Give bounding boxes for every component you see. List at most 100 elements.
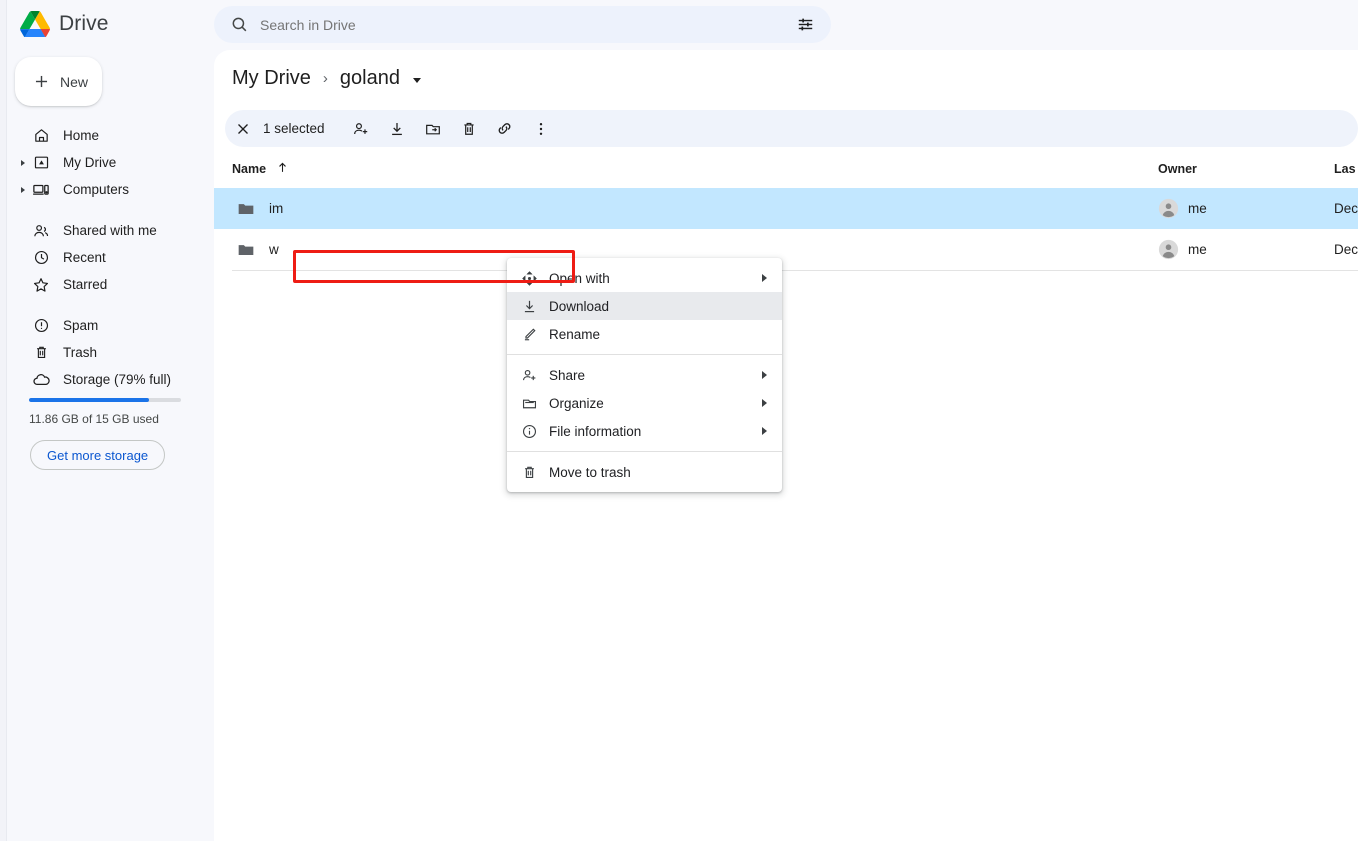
storage-progress-bar [29, 398, 181, 402]
context-menu: Open with Download Rename Share Organize… [507, 258, 782, 492]
sidebar-item-label: My Drive [63, 155, 117, 170]
owner-cell: me [1158, 198, 1207, 219]
menu-item-label: Move to trash [549, 464, 631, 480]
sidebar-item-starred[interactable]: Starred [7, 271, 214, 298]
column-header-last-modified[interactable]: Las [1334, 162, 1356, 176]
cloud-icon [31, 370, 51, 390]
clock-icon [31, 248, 51, 268]
trash-action-button[interactable] [451, 111, 487, 147]
breadcrumb-root[interactable]: My Drive [232, 67, 311, 90]
menu-item-label: Download [549, 298, 610, 314]
drive-brand-label: Drive [59, 12, 109, 35]
menu-item-download[interactable]: Download [507, 292, 782, 320]
computers-icon [31, 180, 51, 200]
close-selection-button[interactable] [225, 111, 261, 147]
file-name-label: im [269, 201, 284, 216]
sidebar-item-my-drive[interactable]: My Drive [7, 149, 214, 176]
breadcrumb-separator: › [322, 70, 328, 87]
chevron-right-icon [762, 427, 767, 435]
drive-app: Drive New Home My Drive Computers Shared… [0, 0, 1358, 841]
table-row[interactable]: im me Dec [214, 188, 1358, 229]
sidebar-item-trash[interactable]: Trash [7, 339, 214, 366]
search-input[interactable] [260, 16, 796, 33]
main-content: My Drive › goland 1 selected Name Owner … [214, 50, 1358, 841]
copy-link-action-button[interactable] [487, 111, 523, 147]
sidebar: Drive New Home My Drive Computers Shared… [7, 0, 214, 841]
nav-group-divider [7, 298, 214, 312]
sidebar-item-recent[interactable]: Recent [7, 244, 214, 271]
tune-icon[interactable] [796, 15, 816, 35]
sidebar-item-label: Shared with me [63, 223, 157, 238]
row-divider [232, 270, 1358, 271]
get-more-storage-button[interactable]: Get more storage [30, 440, 166, 470]
search-icon [230, 15, 250, 35]
person-add-icon [520, 366, 538, 384]
open-with-icon [520, 269, 538, 287]
sidebar-item-label: Storage (79% full) [63, 372, 172, 387]
owner-name-label: me [1188, 242, 1207, 257]
storage-usage-text: 11.86 GB of 15 GB used [29, 412, 159, 426]
last-modified-label: Dec [1334, 201, 1358, 216]
chevron-down-icon[interactable] [412, 77, 421, 83]
storage-progress-fill [29, 398, 150, 402]
trash-icon [520, 463, 538, 481]
menu-item-rename[interactable]: Rename [507, 320, 782, 348]
menu-item-label: Share [549, 367, 586, 383]
file-name-label: w [269, 242, 279, 257]
table-row[interactable]: w me Dec [214, 229, 1358, 270]
folder-icon [236, 240, 256, 260]
last-modified-label: Dec [1334, 242, 1358, 257]
more-actions-button[interactable] [523, 111, 559, 147]
menu-item-share[interactable]: Share [507, 361, 782, 389]
arrow-up-icon[interactable] [275, 160, 290, 175]
new-button[interactable]: New [15, 57, 102, 106]
menu-item-file-information[interactable]: File information [507, 417, 782, 445]
sidebar-item-spam[interactable]: Spam [7, 312, 214, 339]
account-circle-icon [1158, 198, 1179, 219]
download-action-button[interactable] [379, 111, 415, 147]
account-circle-icon [1158, 239, 1179, 260]
breadcrumb-current[interactable]: goland [340, 67, 400, 90]
drive-brand[interactable]: Drive [20, 11, 109, 37]
sidebar-item-computers[interactable]: Computers [7, 176, 214, 203]
menu-item-label: Open with [549, 270, 610, 286]
sidebar-item-label: Home [63, 128, 100, 143]
sidebar-item-shared-with-me[interactable]: Shared with me [7, 217, 214, 244]
menu-item-label: Rename [549, 326, 601, 342]
move-to-folder-action-button[interactable] [415, 111, 451, 147]
menu-divider [507, 451, 782, 452]
sidebar-item-label: Trash [63, 345, 98, 360]
breadcrumb: My Drive › goland [232, 67, 421, 90]
menu-item-move-to-trash[interactable]: Move to trash [507, 458, 782, 486]
owner-name-label: me [1188, 201, 1207, 216]
my-drive-icon [31, 153, 51, 173]
plus-icon [32, 72, 51, 91]
pencil-icon [520, 325, 538, 343]
download-icon [520, 297, 538, 315]
sidebar-item-storage[interactable]: Storage (79% full) [7, 366, 214, 393]
chevron-right-icon [762, 274, 767, 282]
chevron-right-icon [762, 371, 767, 379]
menu-item-label: File information [549, 423, 642, 439]
menu-item-organize[interactable]: Organize [507, 389, 782, 417]
sidebar-item-label: Starred [63, 277, 108, 292]
trash-icon [31, 343, 51, 363]
sidebar-item-label: Recent [63, 250, 106, 265]
sidebar-item-label: Spam [63, 318, 99, 333]
column-header-owner[interactable]: Owner [1158, 162, 1197, 176]
star-icon [31, 275, 51, 295]
search-bar[interactable] [214, 6, 831, 43]
menu-item-open-with[interactable]: Open with [507, 264, 782, 292]
column-header-name[interactable]: Name [232, 162, 266, 176]
chevron-right-icon[interactable] [21, 186, 25, 193]
nav-group-divider [7, 203, 214, 217]
drive-logo-icon [20, 11, 50, 37]
owner-cell: me [1158, 239, 1207, 260]
info-icon [520, 422, 538, 440]
menu-item-label: Organize [549, 395, 604, 411]
sidebar-item-home[interactable]: Home [7, 122, 214, 149]
chevron-right-icon[interactable] [21, 159, 25, 166]
people-icon [31, 221, 51, 241]
share-action-button[interactable] [343, 111, 379, 147]
folder-icon [236, 199, 256, 219]
